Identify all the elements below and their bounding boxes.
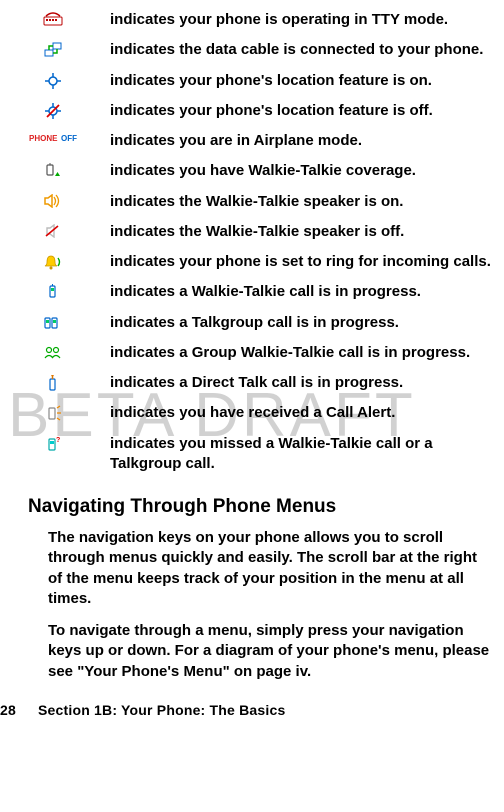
direct-talk-icon (28, 373, 78, 393)
list-item: ? indicates you missed a Walkie-Talkie c… (28, 434, 492, 475)
svg-text:PHONE: PHONE (29, 134, 58, 143)
icon-description: indicates your phone is set to ring for … (110, 252, 491, 272)
list-item: indicates a Direct Talk call is in progr… (28, 373, 492, 393)
tty-icon (28, 10, 78, 26)
airplane-mode-icon: PHONE OFF (28, 131, 78, 143)
icon-description: indicates you missed a Walkie-Talkie cal… (110, 434, 492, 475)
svg-text:?: ? (56, 437, 60, 444)
section-heading: Navigating Through Phone Menus (28, 496, 492, 518)
icon-description: indicates you have received a Call Alert… (110, 403, 395, 423)
list-item: indicates the Walkie-Talkie speaker is o… (28, 192, 492, 212)
body-paragraph: The navigation keys on your phone allows… (48, 528, 492, 609)
icon-description: indicates the data cable is connected to… (110, 40, 483, 60)
list-item: indicates the data cable is connected to… (28, 40, 492, 60)
list-item: indicates you have Walkie-Talkie coverag… (28, 161, 492, 181)
icon-description: indicates you have Walkie-Talkie coverag… (110, 161, 416, 181)
icon-description: indicates your phone is operating in TTY… (110, 10, 448, 30)
wt-coverage-icon (28, 161, 78, 179)
icon-description: indicates a Walkie-Talkie call is in pro… (110, 282, 421, 302)
body-paragraph: To navigate through a menu, simply press… (48, 621, 492, 682)
wt-speaker-on-icon (28, 192, 78, 208)
list-item: indicates your phone is set to ring for … (28, 252, 492, 272)
list-item: indicates a Talkgroup call is in progres… (28, 313, 492, 333)
page-number: 28 (0, 702, 16, 718)
list-item: indicates you have received a Call Alert… (28, 403, 492, 423)
icon-description: indicates you are in Airplane mode. (110, 131, 362, 151)
ring-incoming-icon (28, 252, 78, 270)
group-wt-call-icon (28, 343, 78, 359)
wt-call-progress-icon (28, 282, 78, 300)
list-item: indicates a Group Walkie-Talkie call is … (28, 343, 492, 363)
icon-description: indicates your phone's location feature … (110, 101, 433, 121)
icon-description: indicates the Walkie-Talkie speaker is o… (110, 192, 403, 212)
wt-speaker-off-icon (28, 222, 78, 238)
icon-description: indicates a Group Walkie-Talkie call is … (110, 343, 470, 363)
call-alert-icon (28, 403, 78, 421)
icon-description: indicates your phone's location feature … (110, 71, 432, 91)
list-item: indicates your phone's location feature … (28, 101, 492, 121)
list-item: indicates your phone is operating in TTY… (28, 10, 492, 30)
list-item: PHONE OFF indicates you are in Airplane … (28, 131, 492, 151)
icon-description: indicates the Walkie-Talkie speaker is o… (110, 222, 404, 242)
talkgroup-call-icon (28, 313, 78, 331)
location-on-icon (28, 71, 78, 89)
page-footer: 28 Section 1B: Your Phone: The Basics (0, 702, 285, 718)
icon-description: indicates a Direct Talk call is in progr… (110, 373, 403, 393)
list-item: indicates a Walkie-Talkie call is in pro… (28, 282, 492, 302)
icon-description: indicates a Talkgroup call is in progres… (110, 313, 399, 333)
location-off-icon (28, 101, 78, 119)
svg-text:OFF: OFF (61, 134, 77, 143)
missed-wt-call-icon: ? (28, 434, 78, 452)
footer-title: Section 1B: Your Phone: The Basics (38, 702, 285, 718)
status-icon-list: indicates your phone is operating in TTY… (28, 10, 492, 474)
list-item: indicates the Walkie-Talkie speaker is o… (28, 222, 492, 242)
list-item: indicates your phone's location feature … (28, 71, 492, 91)
data-cable-icon (28, 40, 78, 58)
